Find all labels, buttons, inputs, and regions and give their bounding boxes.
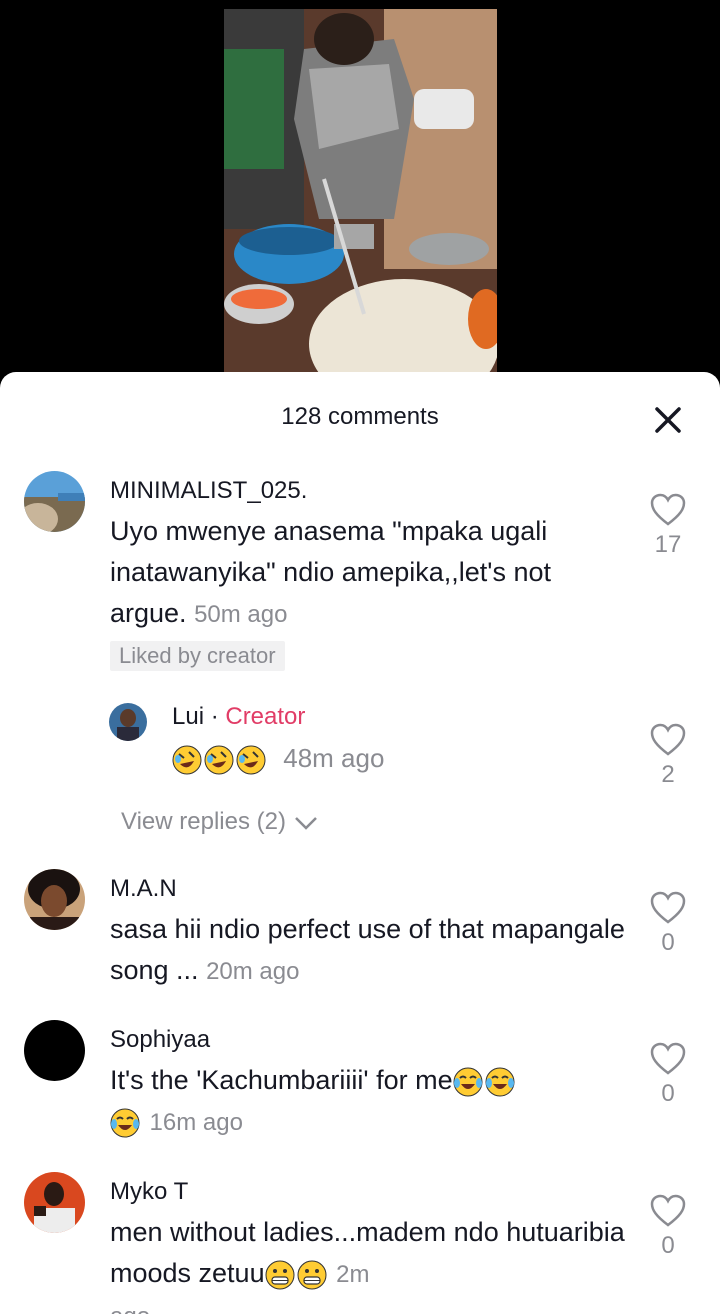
- tears-of-joy-emoji: [453, 1067, 483, 1097]
- comment-text-block: It's the 'Kachumbariiii' for me 16m ago: [110, 1060, 630, 1143]
- comment-text: Uyo mwenye anasema "mpaka ugali inatawan…: [110, 516, 551, 628]
- heart-outline-icon: [650, 723, 686, 756]
- grinning-emoji: [297, 1260, 327, 1290]
- reply-header: Lui · Creator: [172, 703, 305, 731]
- avatar[interactable]: [24, 869, 85, 930]
- creator-badge: Creator: [225, 703, 306, 730]
- tears-of-joy-emoji: [485, 1067, 515, 1097]
- video-thumbnail: [224, 9, 497, 380]
- comment-text: It's the 'Kachumbariiii' for me: [110, 1065, 453, 1095]
- heart-outline-icon: [650, 1194, 686, 1227]
- video-frame[interactable]: [224, 9, 497, 380]
- rolling-laughing-emoji: [172, 745, 202, 775]
- avatar[interactable]: [24, 1172, 85, 1233]
- comments-sheet: 128 comments MINIMALIST_025. Uyo mwenye …: [0, 372, 720, 1314]
- comment-username[interactable]: M.A.N: [110, 875, 177, 903]
- video-area[interactable]: [0, 0, 720, 380]
- avatar[interactable]: [24, 471, 85, 532]
- comment-time: 50m ago: [194, 601, 288, 628]
- like-count: 17: [654, 531, 682, 558]
- tears-of-joy-emoji: [110, 1108, 140, 1138]
- like-button[interactable]: 0: [648, 891, 688, 957]
- comment-time: 2m: [336, 1261, 370, 1288]
- comment-time: 16m ago: [149, 1109, 243, 1136]
- like-button[interactable]: 0: [648, 1194, 688, 1260]
- rolling-laughing-emoji: [236, 745, 266, 775]
- heart-outline-icon: [650, 891, 686, 924]
- reply-separator: ·: [204, 703, 226, 730]
- reply-text-block: 48m ago: [172, 743, 384, 775]
- comment-text-block: men without ladies...madem ndo hutuaribi…: [110, 1212, 630, 1314]
- heart-outline-icon: [650, 1042, 686, 1075]
- comment-text-block: sasa hii ndio perfect use of that mapang…: [110, 909, 630, 992]
- view-replies-label: View replies (2): [121, 808, 286, 835]
- reply-avatar[interactable]: [109, 703, 147, 741]
- comment-username[interactable]: Sophiyaa: [110, 1026, 210, 1054]
- like-count: 2: [661, 761, 675, 788]
- reply-username[interactable]: Lui: [172, 703, 204, 730]
- like-count: 0: [661, 1232, 675, 1259]
- rolling-laughing-emoji: [204, 745, 234, 775]
- comment-username[interactable]: MINIMALIST_025.: [110, 477, 307, 505]
- reply-time: 48m ago: [283, 743, 385, 773]
- close-icon: [655, 407, 681, 433]
- view-replies-button[interactable]: View replies (2): [121, 808, 319, 836]
- like-button[interactable]: 17: [648, 493, 688, 559]
- like-button[interactable]: 0: [648, 1042, 688, 1108]
- avatar[interactable]: [24, 1020, 85, 1081]
- comments-count-title: 128 comments: [281, 403, 439, 430]
- close-button[interactable]: [650, 402, 686, 438]
- like-button[interactable]: 2: [648, 723, 688, 789]
- liked-by-creator-badge: Liked by creator: [110, 641, 285, 671]
- like-count: 0: [661, 929, 675, 956]
- like-count: 0: [661, 1080, 675, 1107]
- comment-text-block: Uyo mwenye anasema "mpaka ugali inatawan…: [110, 511, 630, 635]
- chevron-down-icon: [294, 816, 317, 830]
- grinning-emoji: [265, 1260, 295, 1290]
- heart-outline-icon: [650, 493, 686, 526]
- comment-text: sasa hii ndio perfect use of that mapang…: [110, 914, 625, 985]
- comment-time-cont: ago: [110, 1303, 150, 1314]
- comment-time: 20m ago: [206, 958, 300, 985]
- comment-username[interactable]: Myko T: [110, 1178, 188, 1206]
